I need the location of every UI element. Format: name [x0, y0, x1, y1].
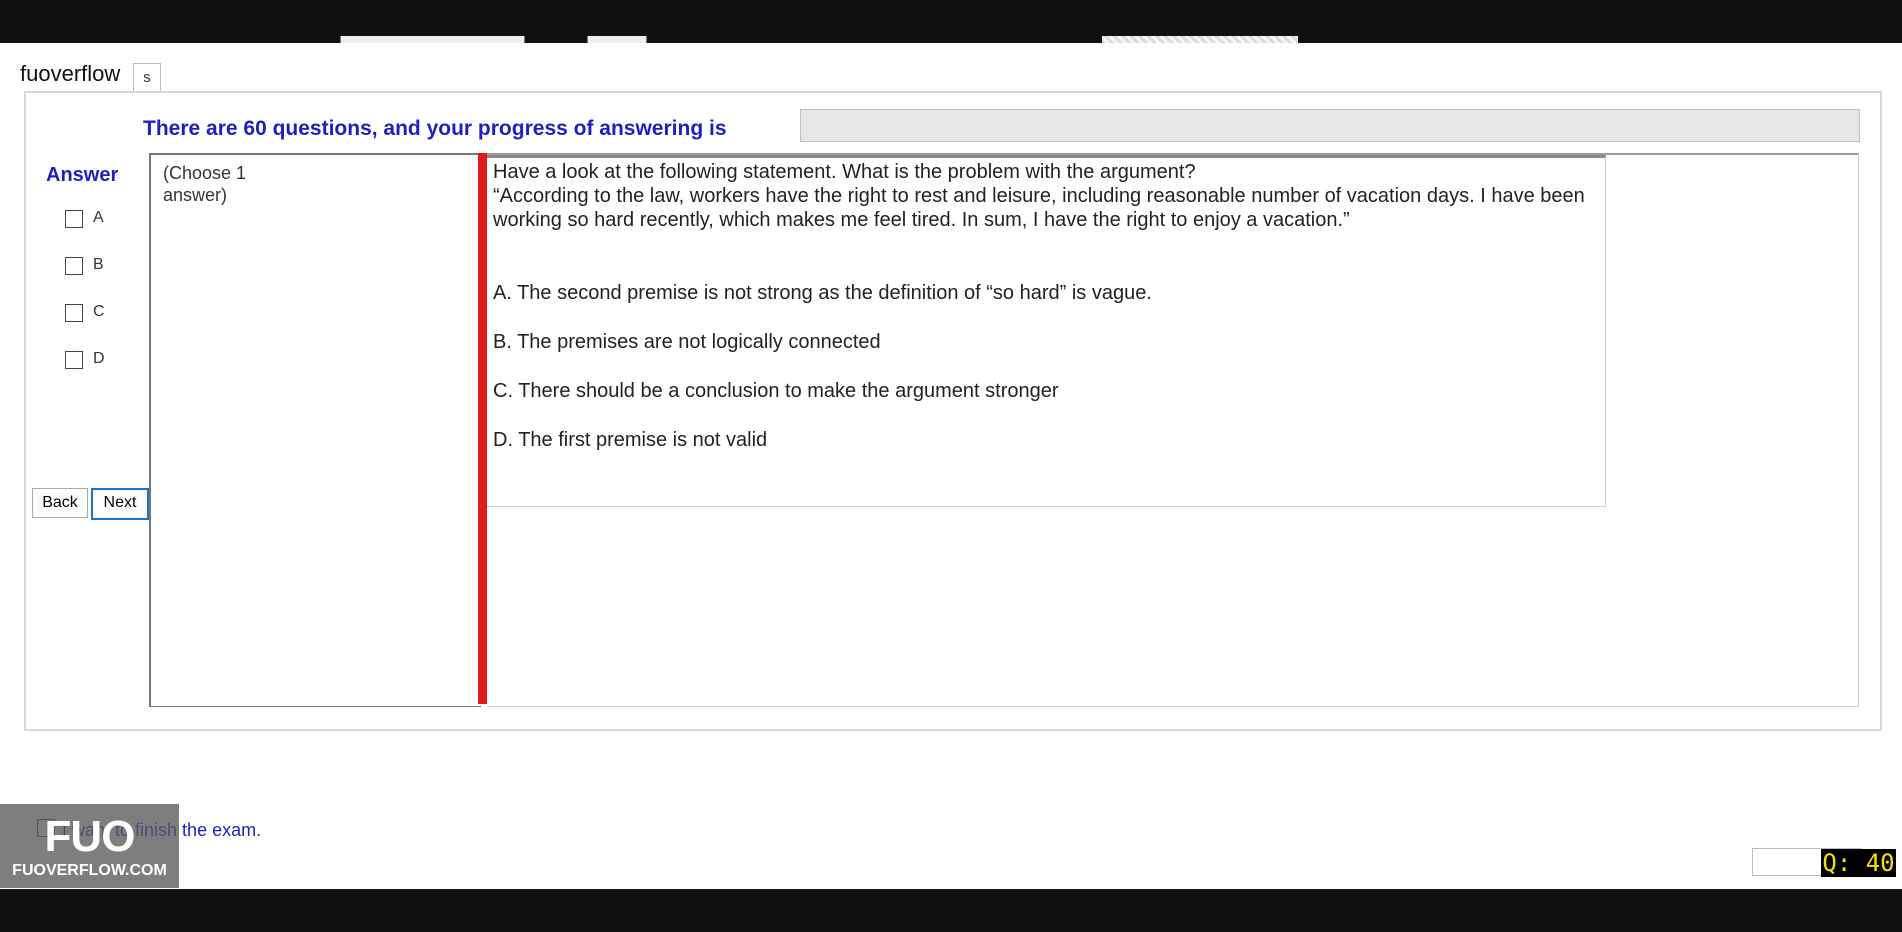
progress-bar [800, 109, 1860, 142]
splitter-handle[interactable] [478, 153, 487, 704]
cropped-field [340, 36, 525, 43]
watermark-name: fuoverflow [18, 61, 123, 87]
option-label: A [93, 209, 104, 226]
question-counter: Q: 40 [1821, 849, 1896, 877]
checkbox[interactable] [65, 210, 83, 228]
exam-window: fuoverflow s There are 60 questions, and… [0, 43, 1902, 889]
option-label: D [93, 350, 105, 367]
top-letterbox [0, 0, 1902, 43]
option-label: B [93, 256, 104, 273]
option-label: C [93, 303, 105, 320]
checkbox[interactable] [65, 304, 83, 322]
question-statement: “According to the law, workers have the … [493, 185, 1585, 231]
next-button[interactable]: Next [91, 488, 149, 520]
progress-label: There are 60 questions, and your progres… [143, 117, 727, 140]
back-button[interactable]: Back [32, 488, 88, 518]
tab-questions[interactable]: s [133, 63, 161, 92]
answer-title: Answer [46, 164, 119, 186]
choose-hint: (Choose 1 answer) [163, 163, 247, 205]
question-prompt: Have a look at the following statement. … [493, 161, 1196, 183]
checkbox[interactable] [65, 351, 83, 369]
question-option-d: D. The first premise is not valid [493, 429, 768, 451]
checkbox[interactable] [65, 257, 83, 275]
logo-site: FUOVERFLOW.COM [12, 862, 167, 879]
bottom-letterbox [0, 889, 1902, 932]
choose-hint-box: (Choose 1 answer) [149, 153, 481, 707]
fuoverflow-logo: FUO FUOVERFLOW.COM [0, 804, 179, 888]
cropped-pattern [1102, 36, 1298, 43]
question-text: Have a look at the following statement. … [493, 160, 1593, 232]
question-option-c: C. There should be a conclusion to make … [493, 380, 1059, 402]
logo-mark: FUO [44, 812, 136, 861]
cropped-field [587, 36, 647, 43]
question-option-a: A. The second premise is not strong as t… [493, 282, 1152, 304]
question-option-b: B. The premises are not logically connec… [493, 331, 881, 353]
